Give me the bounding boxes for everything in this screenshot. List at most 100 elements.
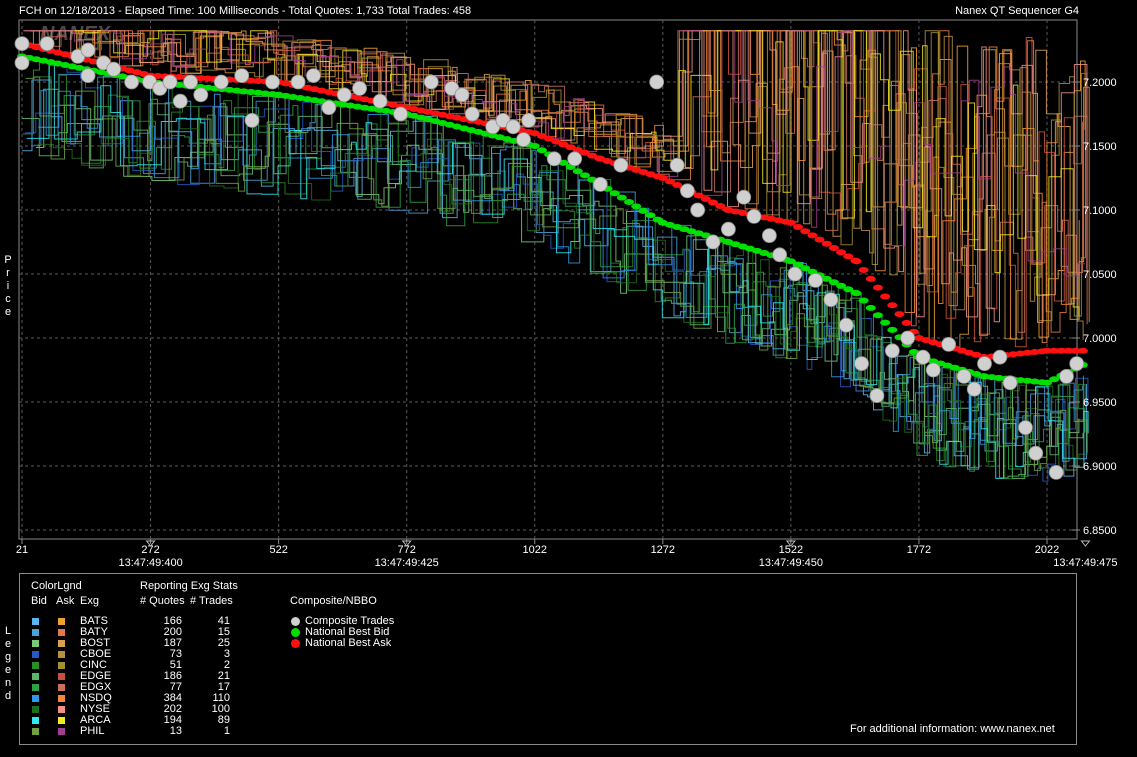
x-tick-label: 2022 xyxy=(1035,544,1059,556)
nba-marker xyxy=(1077,347,1088,354)
trade-marker xyxy=(234,68,250,83)
trade-marker xyxy=(838,317,854,333)
nba-marker xyxy=(828,245,839,251)
trade-marker xyxy=(854,356,869,372)
nbb-marker xyxy=(858,297,869,304)
trade-marker xyxy=(1069,356,1085,372)
colorlgnd-title: ColorLgnd xyxy=(31,580,82,592)
nbb-marker xyxy=(638,207,649,214)
trade-marker xyxy=(39,36,55,51)
y-tick-label: 7.0000 xyxy=(1083,333,1117,345)
bid-color-swatch xyxy=(32,651,39,658)
trade-marker xyxy=(649,74,665,90)
ask-color-swatch xyxy=(58,629,65,636)
trade-marker xyxy=(1018,420,1033,436)
exg-header: Exg xyxy=(80,595,99,607)
footer-info: For additional information: www.nanex.ne… xyxy=(850,723,1055,735)
bid-color-swatch xyxy=(32,684,39,691)
ask-header: Ask xyxy=(56,595,75,607)
trade-marker xyxy=(941,336,957,352)
ask-color-swatch xyxy=(58,662,65,669)
nba-marker xyxy=(901,319,912,326)
nba-marker xyxy=(793,224,804,230)
bid-color-swatch xyxy=(32,640,39,647)
x-tick-label: 1772 xyxy=(907,544,931,556)
time-tick-label: 13:47:49:425 xyxy=(375,557,439,569)
nbb-marker xyxy=(529,143,540,149)
stats-title: Reporting Exg Stats xyxy=(140,580,238,592)
y-tick-label: 7.1500 xyxy=(1083,141,1117,153)
nbb-marker xyxy=(887,326,898,333)
bid-color-swatch xyxy=(32,695,39,702)
trade-marker xyxy=(213,74,229,90)
trade-marker xyxy=(925,362,941,378)
nba-marker xyxy=(858,267,869,274)
bid-color-swatch xyxy=(32,717,39,724)
x-tick-label: 1272 xyxy=(651,544,675,556)
trade-marker xyxy=(1002,375,1018,391)
trades-header: # Trades xyxy=(190,595,233,607)
trade-marker xyxy=(193,87,209,103)
trade-marker xyxy=(884,343,900,359)
trade-marker xyxy=(521,113,537,128)
nba-marker xyxy=(843,253,854,260)
trade-marker xyxy=(736,189,752,205)
trade-marker xyxy=(1028,445,1044,461)
trade-marker xyxy=(900,330,916,346)
trade-marker xyxy=(823,292,839,308)
x-tick-label: 21 xyxy=(16,544,28,556)
nbb-marker xyxy=(616,194,627,201)
trade-marker xyxy=(1048,464,1064,480)
legend-panel: ColorLgnd Bid Ask Exg Reporting Exg Stat… xyxy=(19,573,1077,745)
trade-marker xyxy=(992,349,1008,365)
x-tick-label: 1022 xyxy=(523,544,547,556)
trade-marker xyxy=(124,74,140,90)
bid-color-swatch xyxy=(32,673,39,680)
y-tick-label: 7.0500 xyxy=(1083,269,1117,281)
composite-legend-marker xyxy=(291,617,300,626)
bid-color-swatch xyxy=(32,629,39,636)
price-chart: NANEX 7.20007.15007.10007.05007.00006.95… xyxy=(14,19,1118,569)
trade-marker xyxy=(290,74,306,90)
nbb-marker xyxy=(572,168,583,175)
x-tick-label: 522 xyxy=(269,544,287,556)
trade-marker xyxy=(613,157,629,173)
trade-marker xyxy=(172,93,188,109)
nbb-marker xyxy=(609,190,620,197)
nba-marker xyxy=(865,275,876,282)
nba-marker xyxy=(807,232,818,239)
ask-color-swatch xyxy=(58,640,65,647)
trade-marker xyxy=(393,106,408,122)
trade-marker xyxy=(244,113,260,128)
nba-marker xyxy=(800,228,811,235)
trade-marker xyxy=(423,74,439,90)
nbb-marker xyxy=(631,203,642,210)
nbb-marker xyxy=(579,172,590,179)
trade-marker xyxy=(464,106,480,122)
trade-marker xyxy=(505,119,521,135)
trade-marker xyxy=(915,349,931,365)
trade-marker xyxy=(321,100,337,115)
time-tick-label: 13:47:49:450 xyxy=(759,557,823,569)
bid-header: Bid xyxy=(31,595,47,607)
exchange-quotes: 13 xyxy=(169,725,182,737)
y-tick-label: 7.1000 xyxy=(1083,205,1117,217)
nba-marker xyxy=(872,284,883,291)
ask-color-swatch xyxy=(58,618,65,625)
ask-color-swatch xyxy=(58,651,65,658)
trade-marker xyxy=(869,388,885,404)
composite-legend-marker xyxy=(291,639,300,648)
nbb-marker xyxy=(865,304,876,311)
bid-color-swatch xyxy=(32,662,39,669)
trade-marker xyxy=(705,234,721,250)
trade-marker xyxy=(772,247,788,263)
trade-marker xyxy=(80,42,96,58)
nba-marker xyxy=(880,293,891,300)
ask-color-swatch xyxy=(58,695,65,702)
nbb-marker xyxy=(624,199,635,206)
trade-marker xyxy=(516,132,531,148)
ask-color-swatch xyxy=(58,717,65,724)
bid-color-swatch xyxy=(32,728,39,735)
trade-marker xyxy=(306,68,321,83)
trade-marker xyxy=(106,61,122,77)
